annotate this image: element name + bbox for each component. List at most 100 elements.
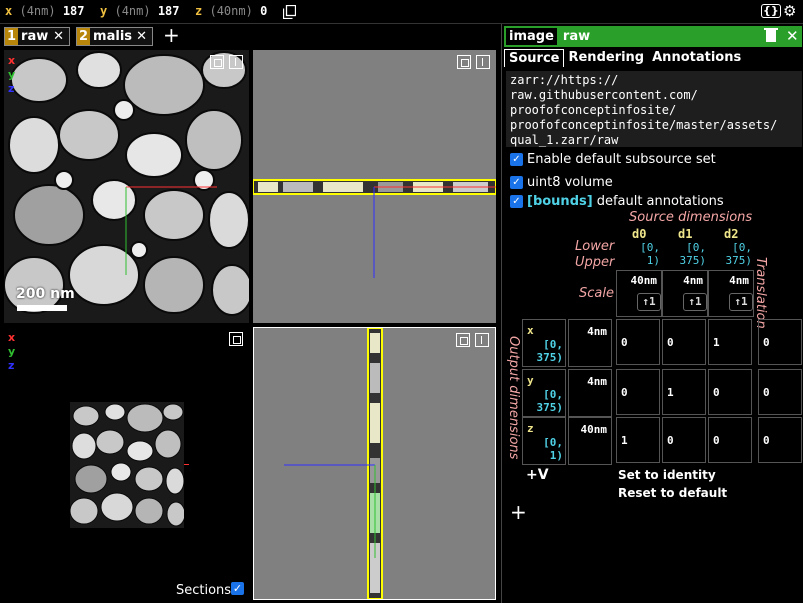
set-identity-button[interactable]: Set to identity	[618, 468, 716, 482]
translation-cell[interactable]: 0	[758, 369, 802, 415]
source-scale-d1[interactable]: 4nm ↑1	[662, 270, 708, 317]
output-name[interactable]: x	[527, 324, 534, 337]
gear-icon[interactable]: ⚙	[783, 2, 796, 20]
output-scale-z[interactable]: 40nm	[568, 417, 612, 465]
split-panel-button[interactable]	[229, 55, 243, 69]
upper-label: Upper	[575, 255, 615, 270]
scale-value: 40nm	[630, 274, 658, 287]
layer-name: raw	[21, 29, 49, 44]
source-scale-d2[interactable]: 4nm ↑1	[708, 270, 754, 317]
maximize-panel-button[interactable]	[456, 333, 470, 347]
matrix-cell[interactable]: 1	[662, 369, 706, 415]
layer-number: 2	[77, 28, 91, 45]
matrix-cell[interactable]: 1	[708, 319, 752, 365]
matrix-cell[interactable]: 0	[662, 319, 706, 365]
xz-slice-view	[253, 179, 496, 278]
coord-z[interactable]: z (40nm) 0	[195, 4, 267, 18]
source-dimensions-title: Source dimensions	[629, 210, 753, 225]
output-name[interactable]: y	[527, 374, 534, 387]
scale-value: 4nm	[683, 274, 703, 287]
yz-slice-panel[interactable]	[253, 327, 496, 600]
layer-number: 1	[5, 28, 19, 45]
annotations-label: default annotations	[596, 194, 724, 209]
output-dim-y[interactable]: y [0, 375)	[522, 369, 566, 417]
source-scale-d0[interactable]: 40nm ↑1	[616, 270, 662, 317]
output-scale-y[interactable]: 4nm	[568, 369, 612, 417]
subsource-row: ✓ Enable default subsource set	[510, 152, 716, 167]
copy-icon[interactable]	[283, 5, 296, 19]
lower-label: Lower	[575, 239, 615, 254]
scale-reset-button[interactable]: ↑1	[729, 293, 753, 311]
split-panel-button[interactable]	[475, 333, 489, 347]
coordinate-bar: x (4nm) 187 y (4nm) 187 z (40nm) 0 {} ⚙	[0, 0, 803, 24]
coord-x-value[interactable]: 187	[63, 4, 85, 18]
output-dim-z[interactable]: z [0, 1)	[522, 417, 566, 465]
matrix-cell[interactable]: 0	[616, 369, 660, 415]
output-bounds: [0, 375)	[536, 388, 564, 414]
output-dimensions-label: Output dimensions	[506, 336, 521, 460]
output-bounds: [0, 375)	[536, 338, 564, 364]
split-panel-button[interactable]	[476, 55, 490, 69]
scale-label: Scale	[579, 286, 614, 301]
annotations-checkbox[interactable]: ✓	[510, 195, 523, 208]
source-dim-d1[interactable]: d1	[678, 227, 692, 241]
coord-y[interactable]: y (4nm) 187	[100, 4, 180, 18]
axis-y-label: y	[8, 68, 16, 81]
close-icon[interactable]: ✕	[786, 27, 799, 45]
json-state-icon[interactable]: {}	[761, 4, 781, 18]
xz-slice-panel[interactable]	[253, 50, 496, 323]
matrix-cell[interactable]: 0	[662, 417, 706, 463]
layer-name-input[interactable]: image	[506, 28, 557, 45]
coord-z-label: z	[195, 4, 203, 18]
layer-panel-header: image raw ✕	[504, 26, 802, 47]
matrix-cell[interactable]: 0	[616, 319, 660, 365]
coord-x[interactable]: x (4nm) 187	[5, 4, 85, 18]
scale-reset-button[interactable]: ↑1	[683, 293, 707, 311]
volume-checkbox[interactable]: ✓	[510, 176, 523, 189]
output-scale-x[interactable]: 4nm	[568, 319, 612, 367]
3d-view-panel[interactable]: x y z Sections ✓	[4, 327, 249, 600]
output-dim-x[interactable]: x [0, 375)	[522, 319, 566, 367]
tab-rendering[interactable]: Rendering	[564, 49, 648, 67]
add-layer-button[interactable]: +	[163, 25, 180, 45]
subsource-checkbox[interactable]: ✓	[510, 153, 523, 166]
sections-checkbox[interactable]: ✓	[231, 582, 244, 595]
reset-default-button[interactable]: Reset to default	[618, 486, 727, 500]
layer-tab-malis[interactable]: 2 malis ✕	[76, 27, 153, 46]
source-dim-d2[interactable]: d2	[724, 227, 738, 241]
tab-source[interactable]: Source	[504, 49, 565, 67]
coord-y-value[interactable]: 187	[158, 4, 180, 18]
matrix-cell[interactable]: 0	[708, 417, 752, 463]
add-dimension-button[interactable]: +V	[526, 467, 549, 483]
scale-reset-button[interactable]: ↑1	[637, 293, 661, 311]
source-url-input[interactable]: zarr://https:// raw.githubusercontent.co…	[506, 71, 802, 147]
close-icon[interactable]: ✕	[136, 29, 147, 44]
axis-legend: x y z	[8, 331, 15, 373]
maximize-panel-button[interactable]	[210, 55, 224, 69]
coord-x-unit: (4nm)	[19, 4, 56, 18]
close-icon[interactable]: ✕	[53, 29, 64, 44]
xy-slice-panel[interactable]: x y z 200 nm	[4, 50, 249, 323]
add-source-button[interactable]: +	[510, 500, 527, 524]
matrix-cell[interactable]: 1	[616, 417, 660, 463]
maximize-panel-button[interactable]	[457, 55, 471, 69]
3d-slice-thumbnail	[70, 402, 184, 528]
axis-z-label: z	[8, 82, 15, 95]
axis-legend: x y z	[8, 54, 15, 96]
coord-z-value[interactable]: 0	[260, 4, 267, 18]
source-dim-d0[interactable]: d0	[632, 227, 646, 241]
layer-tab-raw[interactable]: 1 raw ✕	[4, 27, 70, 46]
translation-cell[interactable]: 0	[758, 417, 802, 463]
subsource-label: Enable default subsource set	[527, 152, 716, 167]
translation-cell[interactable]: 0	[758, 319, 802, 365]
trash-icon[interactable]	[764, 28, 778, 42]
coord-z-unit: (40nm)	[209, 4, 253, 18]
scale-bar	[17, 305, 67, 311]
tab-annotations[interactable]: Annotations	[648, 49, 745, 67]
translation-label: Translation	[753, 257, 768, 329]
output-name[interactable]: z	[527, 422, 534, 435]
maximize-panel-button[interactable]	[229, 332, 243, 346]
bounds-tag[interactable]: [bounds]	[527, 194, 593, 209]
volume-label: uint8 volume	[527, 175, 613, 190]
matrix-cell[interactable]: 0	[708, 369, 752, 415]
